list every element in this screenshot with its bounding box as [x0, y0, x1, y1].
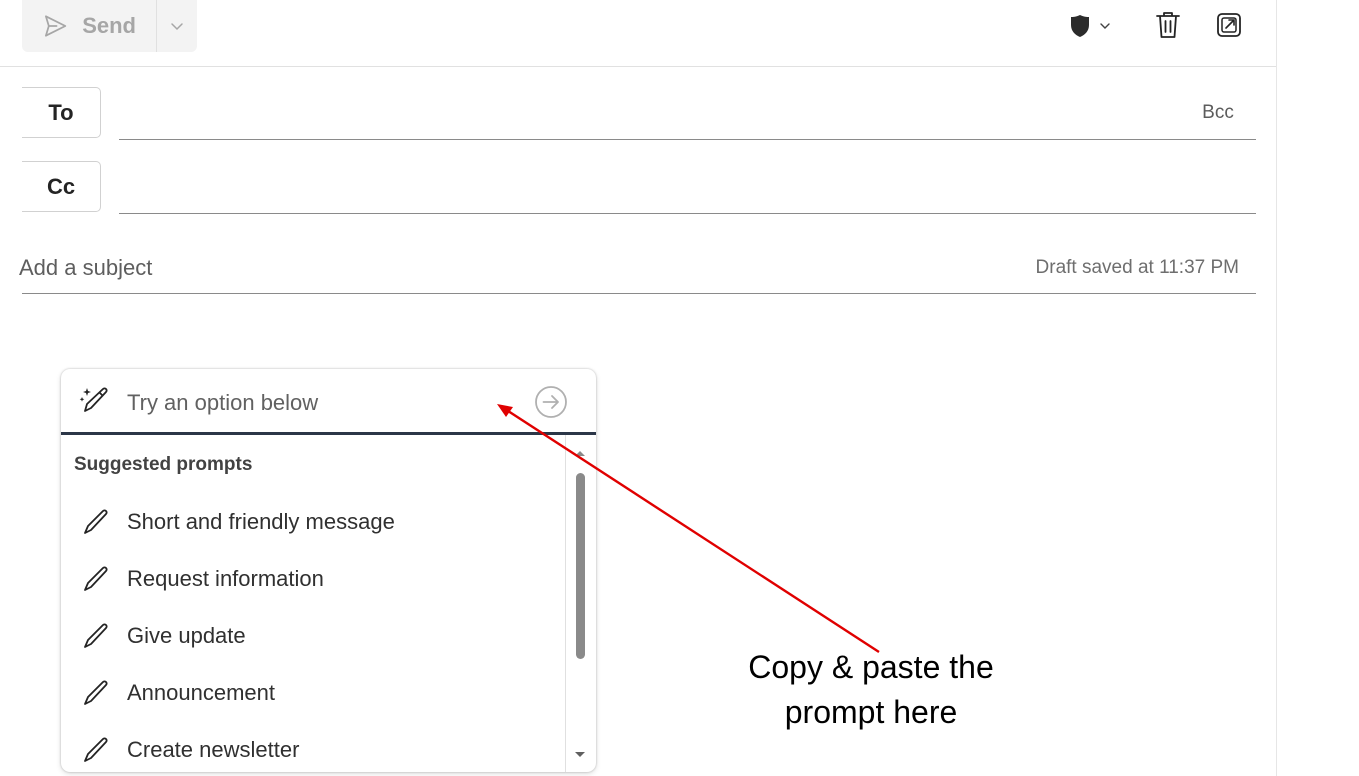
annotation-line-2: prompt here — [784, 694, 958, 730]
send-label: Send — [82, 13, 136, 38]
prompt-item-label: Short and friendly message — [127, 509, 395, 534]
prompt-item-label: Create newsletter — [127, 737, 300, 762]
pencil-icon — [84, 680, 108, 705]
suggested-prompts-title: Suggested prompts — [74, 454, 253, 475]
annotation-callout: Copy & paste the prompt here — [700, 645, 1042, 735]
send-options-button[interactable] — [157, 0, 197, 52]
prompt-item[interactable]: Request information — [61, 554, 565, 604]
subject-underline — [22, 293, 1256, 294]
prompt-item[interactable]: Create newsletter — [61, 725, 565, 772]
scroll-up-icon[interactable] — [574, 449, 586, 457]
input-focus-indicator — [61, 432, 596, 435]
scrollbar-thumb[interactable] — [576, 473, 585, 659]
popout-icon — [1217, 13, 1241, 37]
send-icon — [45, 15, 67, 37]
prompt-item[interactable]: Short and friendly message — [61, 497, 565, 547]
bcc-button[interactable]: Bcc — [1186, 102, 1250, 124]
scrollbar-track — [565, 435, 566, 772]
send-button-group: Send — [22, 0, 197, 52]
pencil-icon — [84, 737, 108, 762]
pencil-icon — [84, 509, 108, 534]
sparkle-pen-icon — [79, 387, 108, 412]
toolbar-divider — [0, 66, 1276, 67]
shield-icon — [1071, 15, 1089, 37]
arrow-right-circle-icon[interactable] — [534, 385, 568, 419]
prompt-item-label: Announcement — [127, 680, 275, 705]
subject-field[interactable]: Add a subject — [19, 255, 152, 281]
prompt-header — [61, 369, 596, 433]
chevron-down-icon — [171, 23, 183, 31]
chevron-down-icon — [1100, 23, 1110, 29]
copilot-prompt-panel: Suggested prompts Short and friendly mes… — [61, 369, 596, 772]
cc-button[interactable]: Cc — [22, 161, 101, 212]
prompt-input[interactable] — [127, 387, 517, 419]
email-compose-window: Send To Bcc Cc Add a subject Draft saved… — [0, 0, 1359, 776]
draft-status: Draft saved at 11:37 PM — [1035, 257, 1239, 278]
pane-divider — [1276, 0, 1277, 776]
prompt-item[interactable]: Give update — [61, 611, 565, 661]
prompt-item[interactable]: Announcement — [61, 668, 565, 718]
popout-button[interactable] — [1213, 9, 1245, 41]
pencil-icon — [84, 566, 108, 591]
to-field[interactable] — [119, 139, 1256, 140]
prompt-item-label: Request information — [127, 566, 324, 591]
send-button[interactable]: Send — [22, 0, 136, 52]
cc-field[interactable] — [119, 213, 1256, 214]
annotation-line-1: Copy & paste the — [748, 649, 994, 685]
trash-icon — [1156, 12, 1180, 38]
discard-button[interactable] — [1152, 8, 1184, 42]
to-button[interactable]: To — [22, 87, 101, 138]
prompt-item-label: Give update — [127, 623, 246, 648]
pencil-icon — [84, 623, 108, 648]
sensitivity-button[interactable] — [1064, 10, 1116, 42]
scroll-down-icon[interactable] — [574, 751, 586, 759]
